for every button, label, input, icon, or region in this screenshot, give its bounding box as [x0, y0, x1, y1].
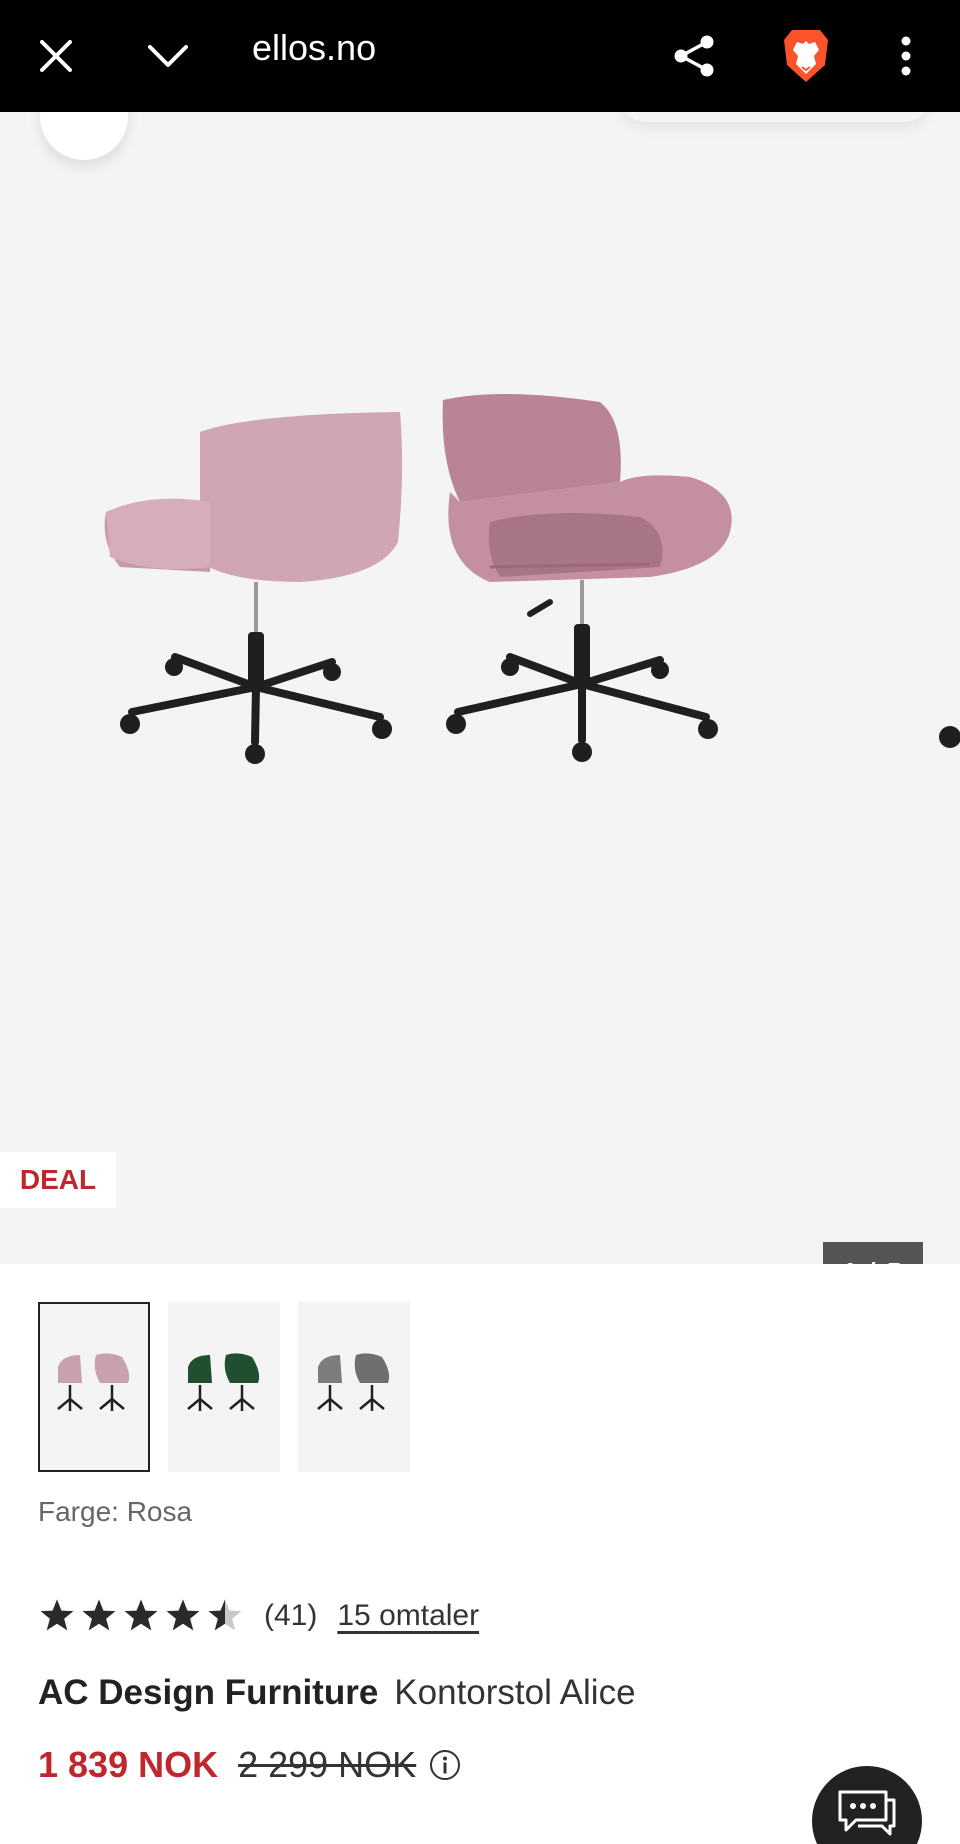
star-full-icon — [40, 1599, 74, 1631]
star-rating — [38, 1597, 244, 1635]
share-icon[interactable] — [656, 18, 732, 94]
image-counter: 1 / 5 — [823, 1242, 923, 1264]
brave-lion-icon[interactable] — [768, 18, 844, 94]
color-variant-pink[interactable] — [38, 1302, 150, 1472]
original-price: 2 299 NOK — [238, 1744, 417, 1785]
chair-thumbnail-icon — [317, 1353, 390, 1411]
floating-back-button[interactable] — [40, 112, 128, 160]
product-name: Kontorstol Alice — [394, 1673, 636, 1712]
color-variant-green[interactable] — [168, 1302, 280, 1472]
info-icon[interactable] — [428, 1748, 462, 1782]
browser-toolbar: ellos.no — [0, 0, 960, 112]
rating-count: (41) — [264, 1599, 318, 1632]
chair-thumbnail-icon — [57, 1353, 130, 1411]
chat-button[interactable] — [812, 1766, 922, 1844]
star-full-icon — [82, 1599, 116, 1631]
product-image-carousel[interactable]: 1 / 5 — [0, 112, 960, 1264]
chair-back-view — [104, 412, 403, 764]
color-variant-grey[interactable] — [298, 1302, 410, 1472]
selected-color-label: Farge: Rosa — [38, 1496, 193, 1527]
rating-row: (41) 15 omtaler — [38, 1596, 479, 1636]
product-image — [104, 393, 960, 764]
color-variant-list — [38, 1302, 410, 1472]
chat-icon — [838, 1790, 896, 1836]
chair-front-view — [442, 393, 732, 762]
price-row: 1 839 NOK 2 299 NOK — [38, 1744, 462, 1786]
star-half-icon — [208, 1599, 242, 1631]
chevron-down-icon[interactable] — [130, 18, 206, 94]
next-image-peek — [939, 726, 960, 748]
floating-search-bar[interactable] — [620, 112, 930, 122]
more-vertical-icon[interactable] — [868, 18, 944, 94]
close-icon[interactable] — [18, 18, 94, 94]
star-full-icon — [124, 1599, 158, 1631]
deal-badge: DEAL — [0, 1152, 116, 1208]
url-text[interactable]: ellos.no — [252, 26, 376, 70]
star-full-icon — [166, 1599, 200, 1631]
chair-thumbnail-icon — [187, 1353, 260, 1411]
reviews-link[interactable]: 15 omtaler — [337, 1599, 479, 1633]
current-price: 1 839 NOK — [38, 1744, 219, 1785]
brand-name[interactable]: AC Design Furniture — [38, 1673, 378, 1712]
product-title: AC Design Furniture Kontorstol Alice — [38, 1670, 636, 1716]
